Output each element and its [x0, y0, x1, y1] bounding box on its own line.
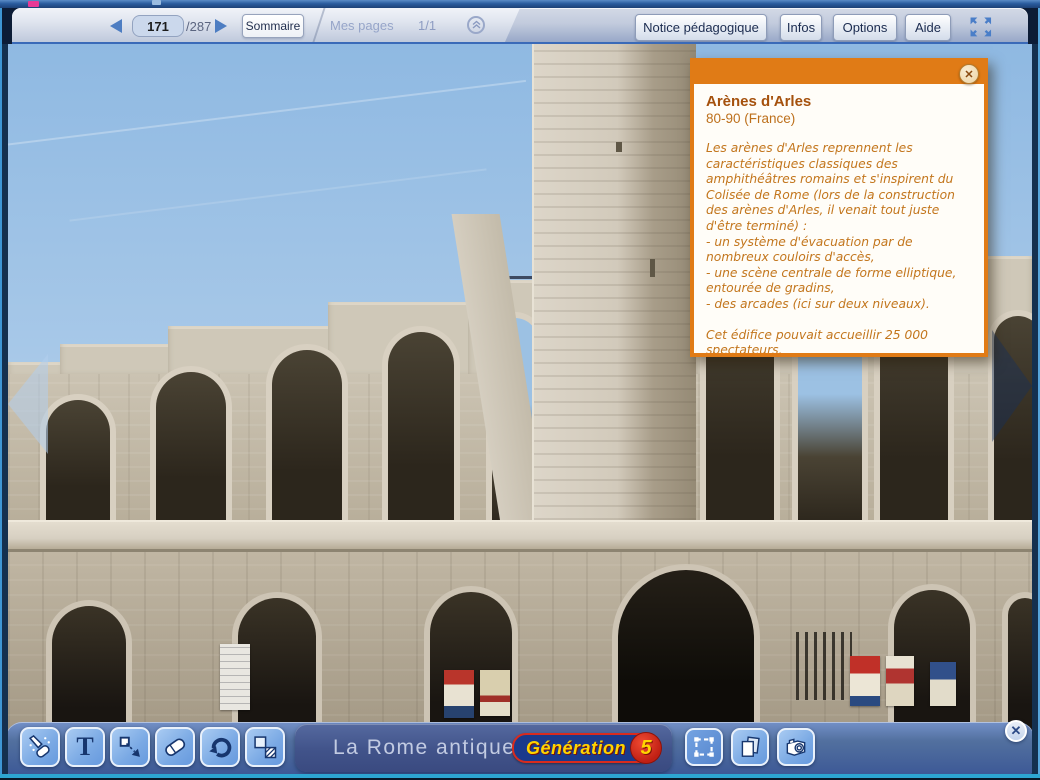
double-chevron-up-icon — [471, 20, 482, 30]
top-navigation-bar: /287 Sommaire Mes pages 1/1 Notice pédag… — [12, 8, 1028, 44]
inner-border-left — [2, 44, 8, 776]
popup-paragraph: Cet édifice pouvait accueillir 25 000 sp… — [706, 328, 972, 353]
selection-capture-tool-button[interactable] — [685, 728, 723, 766]
pen-marker-icon — [26, 733, 54, 761]
options-button[interactable]: Options — [833, 14, 897, 41]
collapse-toolbar-button[interactable] — [467, 16, 485, 34]
snapshot-camera-tool-button[interactable] — [777, 728, 815, 766]
popup-subtitle: 80-90 (France) — [706, 111, 972, 126]
tab-sommaire[interactable]: Sommaire — [242, 14, 304, 38]
fullscreen-button[interactable] — [968, 15, 994, 39]
tab-mes-pages[interactable]: Mes pages — [330, 18, 394, 33]
photo-prev-page-arrow[interactable] — [8, 354, 48, 454]
info-popup: ✕ Arènes d'Arles 80-90 (France) Les arèn… — [690, 58, 988, 357]
page-total-label: /287 — [186, 19, 211, 34]
popup-paragraph: Les arènes d'Arles reprennent les caract… — [706, 141, 972, 235]
popup-title: Arènes d'Arles — [706, 93, 972, 110]
iron-fence — [796, 632, 852, 700]
upper-arch — [266, 344, 348, 524]
book-title: La Rome antique — [333, 736, 515, 760]
sky-contrail — [8, 80, 526, 150]
tower-window-slit — [650, 259, 655, 277]
titlebar-decoration — [152, 0, 161, 5]
generation5-logo: Génération 5 — [512, 732, 662, 764]
poster — [930, 662, 956, 706]
book-title-plate: La Rome antique Génération 5 — [295, 724, 672, 772]
photo-next-page-arrow[interactable] — [992, 330, 1032, 442]
mes-pages-count: 1/1 — [418, 18, 436, 33]
pen-tool-button[interactable] — [20, 727, 60, 767]
upper-arch — [40, 394, 116, 524]
camera-icon — [783, 734, 809, 760]
information-sign — [220, 644, 250, 710]
window-border-left — [0, 8, 2, 780]
close-x-icon: ✕ — [1011, 723, 1022, 739]
aide-button[interactable]: Aide — [905, 14, 951, 41]
poster — [850, 656, 880, 706]
page-number-input[interactable] — [132, 15, 184, 37]
eraser-tool-button[interactable] — [155, 727, 195, 767]
popup-bullet: - une scène centrale de forme elliptique… — [706, 266, 972, 297]
mask-shapes-tool-button[interactable] — [245, 727, 285, 767]
move-resize-tool-button[interactable] — [110, 727, 150, 767]
popup-bullet: - un système d'évacuation par de nombreu… — [706, 235, 972, 266]
mask-shapes-icon — [251, 733, 279, 761]
logo-text: Génération — [526, 738, 626, 759]
poster — [480, 670, 510, 716]
duplicate-page-tool-button[interactable] — [731, 728, 769, 766]
stone-tower — [532, 44, 696, 520]
window-titlebar — [0, 0, 1040, 8]
duplicate-pages-icon — [737, 734, 763, 760]
text-tool-button[interactable]: T — [65, 727, 105, 767]
popup-body: Arènes d'Arles 80-90 (France) Les arènes… — [694, 84, 984, 353]
eraser-icon — [161, 733, 189, 761]
logo-number: 5 — [640, 737, 651, 760]
cornice-band — [8, 520, 1032, 552]
next-page-button[interactable] — [215, 19, 227, 33]
move-resize-icon — [116, 733, 144, 761]
popup-header — [694, 62, 984, 84]
app-icon — [28, 1, 39, 7]
infos-button[interactable]: Infos — [780, 14, 822, 41]
tower-window-slit — [616, 142, 622, 152]
expand-arrows-icon — [968, 15, 994, 39]
upper-arch — [382, 326, 460, 524]
previous-page-button[interactable] — [110, 19, 122, 33]
notice-pedagogique-button[interactable]: Notice pédagogique — [635, 14, 767, 41]
undo-tool-button[interactable] — [200, 727, 240, 767]
logo-number-badge: 5 — [630, 732, 662, 764]
book-page-photo: ✕ Arènes d'Arles 80-90 (France) Les arèn… — [8, 44, 1032, 776]
close-toolbar-button[interactable]: ✕ — [1005, 720, 1027, 742]
text-tool-icon: T — [76, 734, 93, 760]
undo-arrow-icon — [206, 733, 234, 761]
sky-contrail — [69, 168, 486, 221]
selection-rectangle-icon — [691, 734, 717, 760]
poster — [886, 656, 914, 706]
close-x-icon: ✕ — [964, 68, 973, 81]
upper-arch — [150, 366, 232, 524]
popup-close-button[interactable]: ✕ — [959, 64, 979, 84]
popup-bullet: - des arcades (ici sur deux niveaux). — [706, 297, 972, 313]
poster — [444, 670, 474, 718]
